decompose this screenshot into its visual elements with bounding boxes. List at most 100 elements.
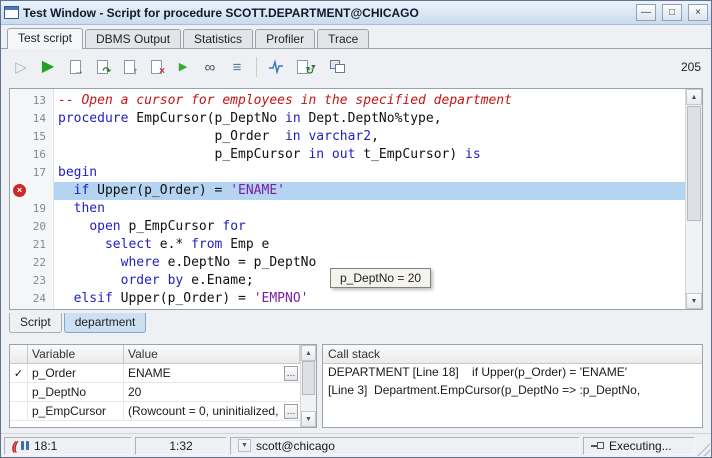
breakpoint-icon: (( [10, 438, 18, 453]
refresh-script-icon[interactable]: ↻ ▼ [291, 55, 323, 79]
variable-value[interactable]: 20 [124, 383, 300, 401]
variables-header: Variable Value [10, 345, 300, 364]
toolbar: ▷ ▶ → ↷ ↑ × ▶ ∞ ≡ ↻ ▼ 205 [1, 49, 711, 85]
bottom-panels: Variable Value ✓ p_Order ENAME… p_DeptNo 20 p… [9, 344, 703, 428]
minimize-button[interactable]: — [636, 4, 656, 21]
chevron-down-icon[interactable]: ▼ [238, 439, 251, 452]
window-tab-bar: Script department [9, 313, 703, 335]
step-into-icon[interactable]: → [63, 55, 87, 79]
step-out-icon[interactable]: ↑ [117, 55, 141, 79]
execute-icon[interactable]: ▶ [36, 55, 60, 79]
scroll-down-icon[interactable]: ▼ [686, 293, 702, 309]
scroll-up-icon[interactable]: ▲ [686, 89, 702, 105]
code-line: select e.* from Emp e [104, 237, 270, 252]
current-variable-icon [10, 383, 28, 401]
variable-name[interactable]: p_Order [28, 364, 124, 382]
gutter-line[interactable]: × [10, 182, 53, 200]
window-list-icon[interactable] [326, 55, 350, 79]
variables-rows: ✓ p_Order ENAME… p_DeptNo 20 p_EmpCursor (Rowc… [10, 364, 300, 421]
view-variable-icon[interactable]: ∞ [198, 55, 222, 79]
toolbar-divider [256, 57, 257, 77]
error-icon: × [13, 184, 26, 197]
run-to-exception-icon[interactable]: ▶ [171, 55, 195, 79]
variable-value[interactable]: (Rowcount = 0, uninitialized, … [124, 402, 300, 420]
code-editor[interactable]: 13 14 15 16 17 × 19 20 21 22 23 24 -- Open a cursor… [9, 88, 703, 310]
code-line: then [73, 201, 105, 216]
scroll-thumb[interactable] [302, 361, 315, 395]
pin-icon[interactable] [591, 442, 604, 449]
editor-scrollbar[interactable]: ▲ ▼ [685, 89, 702, 309]
code-line: if Upper(p_Order) = 'ENAME' [54, 182, 685, 200]
gutter-line[interactable]: 21 [10, 236, 53, 254]
window-title: Test Window - Script for procedure SCOTT… [23, 5, 419, 20]
tab-profiler[interactable]: Profiler [255, 29, 316, 48]
variable-row[interactable]: p_EmpCursor (Rowcount = 0, uninitialized,… [10, 402, 300, 421]
profiler-icon[interactable] [264, 55, 288, 79]
call-stack-row[interactable]: [Line 3] Department.EmpCursor(p_DeptNo =… [323, 382, 702, 400]
code-line: begin [58, 165, 98, 180]
app-icon [4, 6, 19, 19]
status-message: Executing... [609, 438, 672, 453]
code-line: p_EmpCursor in out t_EmpCursor) is [58, 147, 481, 162]
code-line: elsif Upper(p_Order) = 'EMPNO' [73, 291, 309, 306]
cursor-position: 18:1 [34, 438, 58, 453]
abort-icon[interactable]: × [144, 55, 168, 79]
gutter-line[interactable]: 14 [10, 110, 53, 128]
variable-name[interactable]: p_DeptNo [28, 383, 124, 401]
scroll-up-icon[interactable]: ▲ [301, 345, 316, 361]
editor-gutter[interactable]: 13 14 15 16 17 × 19 20 21 22 23 24 [10, 89, 54, 309]
tab-bar: Test script DBMS Output Statistics Profiler… [1, 25, 711, 49]
gutter-line[interactable]: 13 [10, 92, 53, 110]
pause-icon [21, 441, 29, 450]
code-line: open p_EmpCursor for [89, 219, 246, 234]
gutter-line[interactable]: 16 [10, 146, 53, 164]
status-bar: (( 18:1 1:32 ▼ scott@chicago Executing..… [1, 433, 711, 457]
call-stack-panel: Call stack DEPARTMENT [Line 18] if Upper… [322, 344, 703, 428]
session-selector[interactable]: ▼ scott@chicago [230, 436, 580, 455]
scroll-thumb[interactable] [687, 106, 701, 221]
current-variable-icon: ✓ [10, 364, 28, 382]
tab-dbms-output[interactable]: DBMS Output [85, 29, 182, 48]
gutter-line[interactable]: 17 [10, 164, 53, 182]
call-stack-header: Call stack [323, 345, 702, 364]
scroll-down-icon[interactable]: ▼ [301, 411, 316, 427]
call-stack-row[interactable]: DEPARTMENT [Line 18] if Upper(p_Order) =… [323, 364, 702, 382]
value-tooltip: p_DeptNo = 20 [330, 268, 432, 288]
gutter-line[interactable]: 15 [10, 128, 53, 146]
resize-grip[interactable] [697, 443, 710, 456]
indicator-column-header [10, 345, 28, 364]
maximize-button[interactable]: □ [662, 4, 682, 21]
break-icon[interactable]: ▷ [9, 55, 33, 79]
step-over-icon[interactable]: ↷ [90, 55, 114, 79]
connection-label: scott@chicago [256, 438, 335, 453]
code-line: -- Open a cursor for employees in the sp… [58, 93, 512, 108]
dbms-output-icon[interactable]: ≡ [225, 55, 249, 79]
variable-column-header: Variable [28, 345, 124, 364]
gutter-line[interactable]: 24 [10, 290, 53, 308]
window-tab-script[interactable]: Script [9, 313, 62, 333]
tab-trace[interactable]: Trace [317, 29, 370, 48]
variable-row[interactable]: ✓ p_Order ENAME… [10, 364, 300, 383]
tab-test-script[interactable]: Test script [7, 28, 84, 49]
code-line: procedure EmpCursor(p_DeptNo in Dept.Dep… [58, 111, 442, 126]
position-segment: (( 18:1 [4, 436, 132, 455]
value-column-header: Value [124, 345, 300, 364]
gutter-line[interactable]: 19 [10, 200, 53, 218]
variable-value[interactable]: ENAME… [124, 364, 300, 382]
title-bar: Test Window - Script for procedure SCOTT… [1, 1, 711, 25]
gutter-line[interactable]: 20 [10, 218, 53, 236]
gutter-line[interactable]: 22 [10, 254, 53, 272]
value-editor-button[interactable]: … [284, 403, 298, 419]
test-window: Test Window - Script for procedure SCOTT… [0, 0, 712, 458]
close-button[interactable]: × [688, 4, 708, 21]
variable-row[interactable]: p_DeptNo 20 [10, 383, 300, 402]
status-segment: Executing... [583, 436, 695, 455]
variables-grid: Variable Value ✓ p_Order ENAME… p_DeptNo 20 p… [9, 344, 317, 428]
window-tab-department[interactable]: department [63, 313, 147, 333]
elapsed-time: 1:32 [169, 438, 193, 453]
variables-scrollbar[interactable]: ▲ ▼ [300, 345, 316, 427]
value-editor-button[interactable]: … [284, 365, 298, 381]
gutter-line[interactable]: 23 [10, 272, 53, 290]
tab-statistics[interactable]: Statistics [183, 29, 254, 48]
variable-name[interactable]: p_EmpCursor [28, 402, 124, 420]
